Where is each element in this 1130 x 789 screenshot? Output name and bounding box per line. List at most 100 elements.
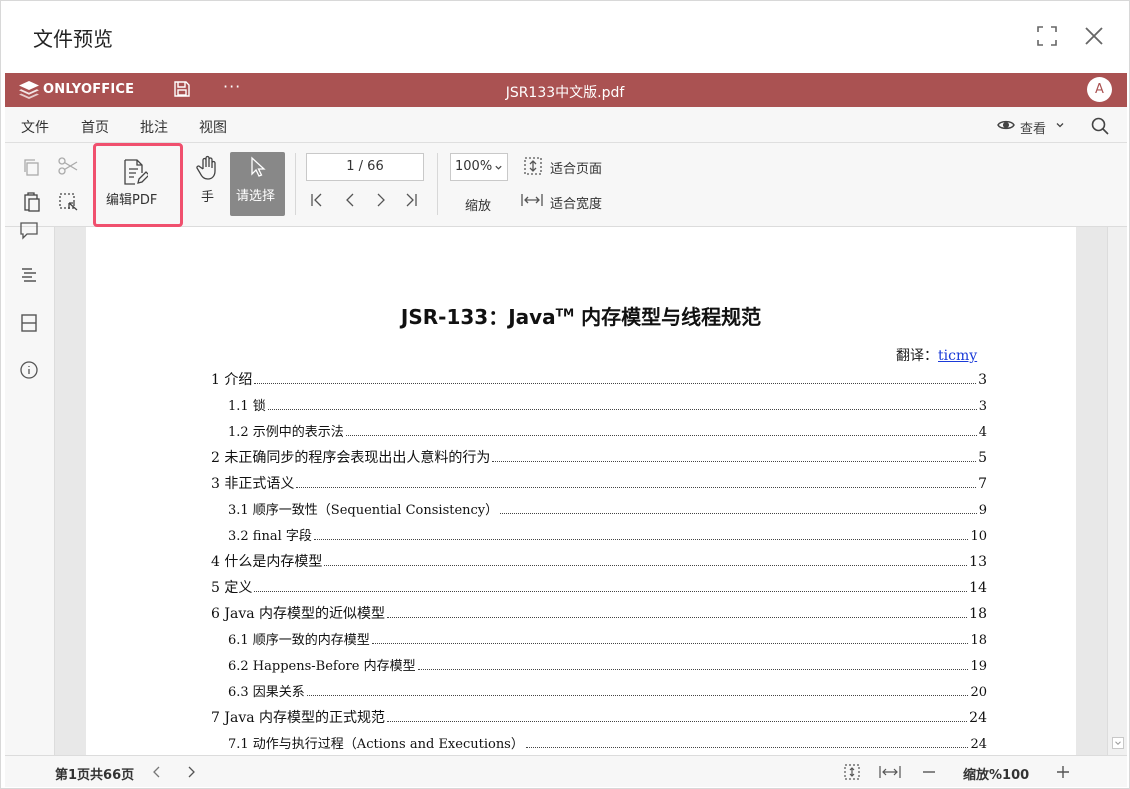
toc-leader-dots (296, 487, 977, 488)
scroll-down-icon[interactable] (1112, 737, 1124, 749)
toc-leader-dots (267, 409, 977, 410)
toc-entry-title: 6 Java 内存模型的近似模型 (211, 606, 386, 622)
fit-page-icon[interactable] (524, 157, 542, 175)
info-icon[interactable] (19, 360, 39, 380)
toc-entry[interactable]: 7.1 动作与执行过程（Actions and Executions） 24 (228, 733, 987, 753)
next-page-icon[interactable] (183, 764, 199, 780)
ribbon-tabs: 文件 首页 批注 视图 查看 (5, 107, 1127, 147)
vertical-scrollbar[interactable] (1107, 227, 1127, 755)
more-options-button[interactable]: ··· (223, 77, 241, 96)
page-number-input[interactable]: 1 / 66 (306, 153, 424, 181)
toc-leader-dots (500, 513, 977, 514)
save-icon[interactable] (173, 80, 191, 98)
toc-leader-dots (345, 435, 977, 436)
document-viewport[interactable]: JSR-133：JavaTM 内存模型与线程规范 翻译：ticmy 1 介绍 3 1… (55, 227, 1107, 755)
toc-leader-dots (492, 461, 977, 462)
close-icon[interactable] (1083, 25, 1105, 47)
zoom-out-icon[interactable] (921, 764, 937, 780)
chevron-down-icon (495, 165, 502, 170)
navigation-icon[interactable] (19, 265, 39, 285)
hand-tool-label[interactable]: 手 (201, 186, 214, 205)
tab-comments[interactable]: 批注 (140, 117, 168, 137)
editor-title-bar: ONLYOFFICE ··· JSR133中文版.pdf A (5, 73, 1127, 107)
toolbar-separator (437, 153, 438, 215)
eye-icon[interactable] (997, 118, 1015, 132)
toc-entry-page: 3 (978, 372, 987, 388)
fit-width-icon[interactable] (521, 193, 543, 207)
toc-entry-page: 10 (970, 529, 987, 544)
paste-icon[interactable] (21, 191, 43, 213)
toc-entry[interactable]: 6.3 因果关系 20 (228, 681, 987, 701)
select-tool-button[interactable]: 请选择 (230, 152, 285, 216)
prev-page-icon[interactable] (149, 764, 165, 780)
toc-entry[interactable]: 5 定义 14 (211, 577, 987, 597)
toc-leader-dots (324, 565, 968, 566)
fit-width-icon[interactable] (879, 764, 901, 780)
toc-entry-page: 13 (969, 554, 987, 570)
document-title: JSR133中文版.pdf (505, 85, 625, 101)
select-all-icon[interactable] (57, 191, 79, 213)
dialog-title: 文件预览 (33, 27, 113, 51)
toc-entry[interactable]: 2 未正确同步的程序会表现出出人意料的行为 5 (211, 447, 987, 467)
chevron-down-icon[interactable] (1055, 120, 1065, 130)
hand-icon[interactable] (196, 155, 218, 181)
toc-entry-title: 6.3 因果关系 (228, 685, 305, 700)
zoom-label: 缩放 (465, 199, 492, 214)
zoom-in-icon[interactable] (1055, 764, 1071, 780)
dialog-header: 文件预览 (1, 1, 1130, 71)
next-page-icon[interactable] (373, 192, 389, 208)
document-heading: JSR-133：JavaTM 内存模型与线程规范 (400, 305, 762, 329)
toc-entry-title: 4 什么是内存模型 (211, 554, 323, 570)
comments-icon[interactable] (19, 221, 39, 241)
fit-page-button[interactable]: 适合页面 (550, 158, 602, 177)
toc-entry-page: 7 (978, 476, 987, 492)
edit-pdf-button[interactable]: 编辑PDF (93, 143, 183, 227)
user-avatar[interactable]: A (1087, 77, 1112, 102)
toc-entry[interactable]: 1.1 锁 3 (228, 395, 987, 415)
toc-leader-dots (254, 591, 968, 592)
toc-entry[interactable]: 1.2 示例中的表示法 4 (228, 421, 987, 441)
fit-width-button[interactable]: 适合宽度 (550, 193, 602, 212)
toc-entry[interactable]: 6 Java 内存模型的近似模型 18 (211, 603, 987, 623)
zoom-level-text: 缩放%100 (963, 768, 1030, 783)
home-toolbar: 编辑PDF 手 请选择 1 / 66 100% 缩放 适合页面 适合宽度 (5, 143, 1127, 227)
trademark-mark: TM (555, 306, 575, 320)
toc-entry[interactable]: 6.2 Happens-Before 内存模型 19 (228, 655, 987, 675)
toc-entry-title: 1.1 锁 (228, 399, 266, 414)
toc-entry[interactable]: 1 介绍 3 (211, 369, 987, 389)
status-bar: 第1页共66页 缩放%100 (5, 755, 1127, 787)
page-count-info: 第1页共66页 (55, 768, 135, 783)
toc-leader-dots (525, 747, 969, 748)
tab-view[interactable]: 视图 (199, 117, 227, 137)
toc-entry[interactable]: 7 Java 内存模型的正式规范 24 (211, 707, 987, 727)
toc-leader-dots (417, 669, 969, 670)
translator-link[interactable]: ticmy (938, 348, 977, 364)
toc-leader-dots (371, 643, 969, 644)
tab-file[interactable]: 文件 (21, 117, 49, 137)
tab-home[interactable]: 首页 (67, 117, 123, 147)
toc-entry-page: 9 (978, 503, 987, 518)
previous-page-icon[interactable] (342, 192, 358, 208)
select-tool-label: 请选择 (236, 189, 276, 204)
thumbnails-icon[interactable] (19, 313, 39, 333)
toc-entry[interactable]: 3.1 顺序一致性（Sequential Consistency） 9 (228, 499, 987, 519)
copy-icon[interactable] (21, 157, 43, 179)
toc-entry[interactable]: 3 非正式语义 7 (211, 473, 987, 493)
toc-entry-page: 5 (978, 450, 987, 466)
toc-entry-page: 14 (969, 580, 987, 596)
toc-entry[interactable]: 6.1 顺序一致的内存模型 18 (228, 629, 987, 649)
view-mode-label[interactable]: 查看 (1020, 118, 1046, 137)
zoom-select[interactable]: 100% (450, 153, 508, 181)
toc-entry[interactable]: 3.2 final 字段 10 (228, 525, 987, 545)
maximize-icon[interactable] (1037, 26, 1057, 46)
search-icon[interactable] (1090, 116, 1110, 136)
toc-entry-title: 2 未正确同步的程序会表现出出人意料的行为 (211, 450, 491, 466)
translator-line: 翻译：ticmy (896, 348, 978, 364)
toc-entry[interactable]: 4 什么是内存模型 13 (211, 551, 987, 571)
fit-page-icon[interactable] (844, 764, 860, 780)
toc-leader-dots (313, 539, 969, 540)
first-page-icon[interactable] (309, 192, 325, 208)
cut-icon[interactable] (57, 155, 79, 177)
last-page-icon[interactable] (403, 192, 419, 208)
toc-leader-dots (387, 617, 968, 618)
